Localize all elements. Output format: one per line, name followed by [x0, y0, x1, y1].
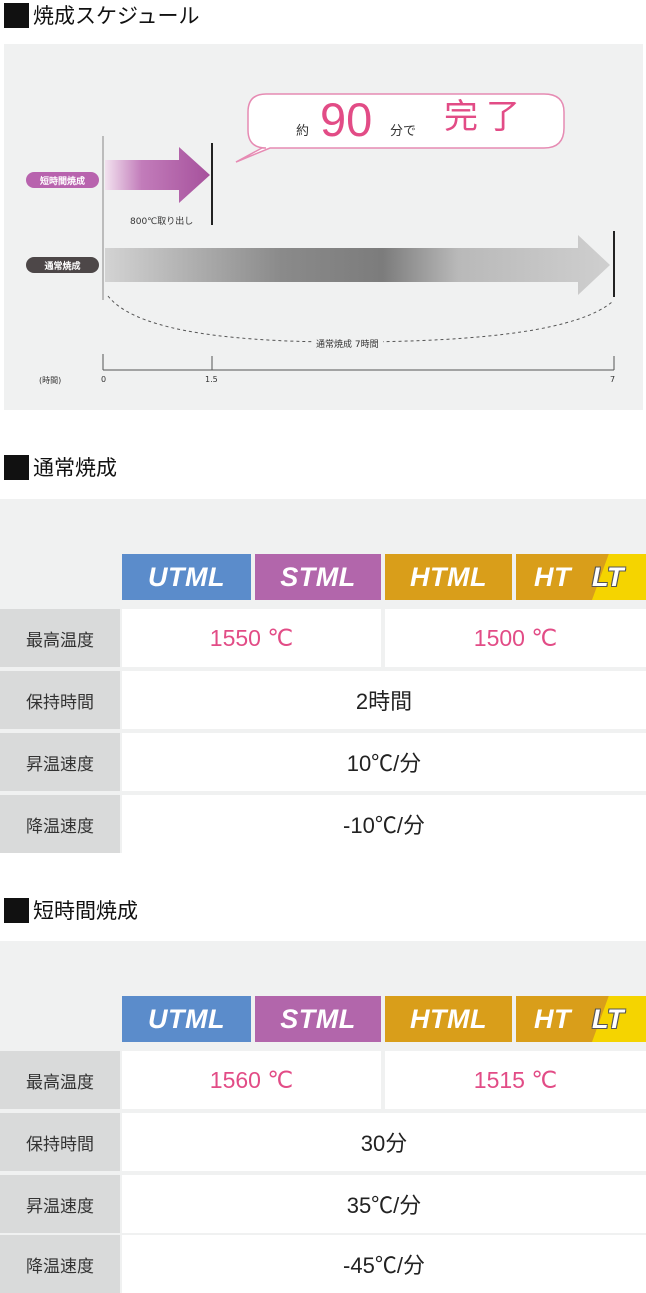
max-temp-html-htlt: 1515 ℃	[385, 1051, 646, 1109]
header-ht: HT	[534, 562, 571, 592]
short-title-text: 短時間焼成	[33, 899, 138, 923]
axis-tick-7: 7	[610, 375, 616, 384]
row-label-hold-time: 保持時間	[0, 671, 120, 729]
bubble-number: 90	[320, 93, 373, 146]
header-utml: UTML	[122, 554, 251, 600]
normal-section-title: 通常焼成	[4, 452, 117, 482]
heating-rate-value: 10℃/分	[122, 733, 646, 791]
row-label-cooling-rate: 降温速度	[0, 795, 120, 853]
bubble-done: 完了	[444, 97, 528, 137]
bubble-prefix: 約	[296, 124, 310, 139]
cooling-rate-value: -45℃/分	[122, 1235, 646, 1293]
header-html: HTML	[385, 996, 512, 1042]
header-stml: STML	[255, 554, 381, 600]
header-lt: LT	[592, 1004, 624, 1034]
title-square-icon	[4, 454, 29, 480]
title-square-icon	[4, 897, 29, 923]
cooling-rate-value: -10℃/分	[122, 795, 646, 853]
max-temp-html-htlt: 1500 ℃	[385, 609, 646, 667]
header-ht: HT	[534, 1004, 571, 1034]
row-label-hold-time: 保持時間	[0, 1113, 120, 1171]
axis-tick-1-5: 1.5	[205, 375, 218, 384]
row-label-max-temp: 最高温度	[0, 609, 120, 667]
row-label-cooling-rate: 降温速度	[0, 1235, 120, 1293]
normal-firing-arrow	[105, 235, 610, 295]
remove-note: 800℃取り出し	[130, 217, 194, 227]
row-label-heating-rate: 昇温速度	[0, 1175, 120, 1233]
row-label-heating-rate: 昇温速度	[0, 733, 120, 791]
normal-firing-pill: 通常焼成	[26, 257, 99, 273]
schedule-chart: 約 90 分で 完了 短時間焼成 通常焼成 800℃取り出し 通常焼成 7時間 …	[4, 44, 643, 410]
axis-unit: (時間)	[39, 376, 62, 385]
header-stml: STML	[255, 996, 381, 1042]
normal-duration-label: 通常焼成 7時間	[312, 337, 383, 350]
axis-tick-0: 0	[101, 375, 107, 384]
bubble-suffix: 分で	[390, 124, 417, 139]
hold-time-value: 2時間	[122, 671, 646, 729]
normal-firing-table: UTML STML HTML HT LT 最高温度 1550 ℃ 1500 ℃ …	[0, 499, 646, 853]
short-section-title: 短時間焼成	[4, 895, 138, 925]
hold-time-value: 30分	[122, 1113, 646, 1171]
max-temp-utml-stml: 1560 ℃	[122, 1051, 381, 1109]
heating-rate-value: 35℃/分	[122, 1175, 646, 1233]
header-html: HTML	[385, 554, 512, 600]
short-firing-pill: 短時間焼成	[26, 172, 99, 188]
schedule-section-title: 焼成スケジュール	[4, 0, 200, 30]
short-firing-arrow	[105, 147, 210, 203]
normal-title-text: 通常焼成	[33, 456, 117, 480]
header-ht-lt: HT LT	[516, 554, 646, 600]
duration-arc	[107, 295, 613, 343]
title-square-icon	[4, 2, 29, 28]
header-ht-lt: HT LT	[516, 996, 646, 1042]
header-utml: UTML	[122, 996, 251, 1042]
schedule-title-text: 焼成スケジュール	[33, 4, 200, 28]
short-firing-table: UTML STML HTML HT LT 最高温度 1560 ℃ 1515 ℃ …	[0, 941, 646, 1293]
header-lt: LT	[592, 562, 624, 592]
row-label-max-temp: 最高温度	[0, 1051, 120, 1109]
max-temp-utml-stml: 1550 ℃	[122, 609, 381, 667]
